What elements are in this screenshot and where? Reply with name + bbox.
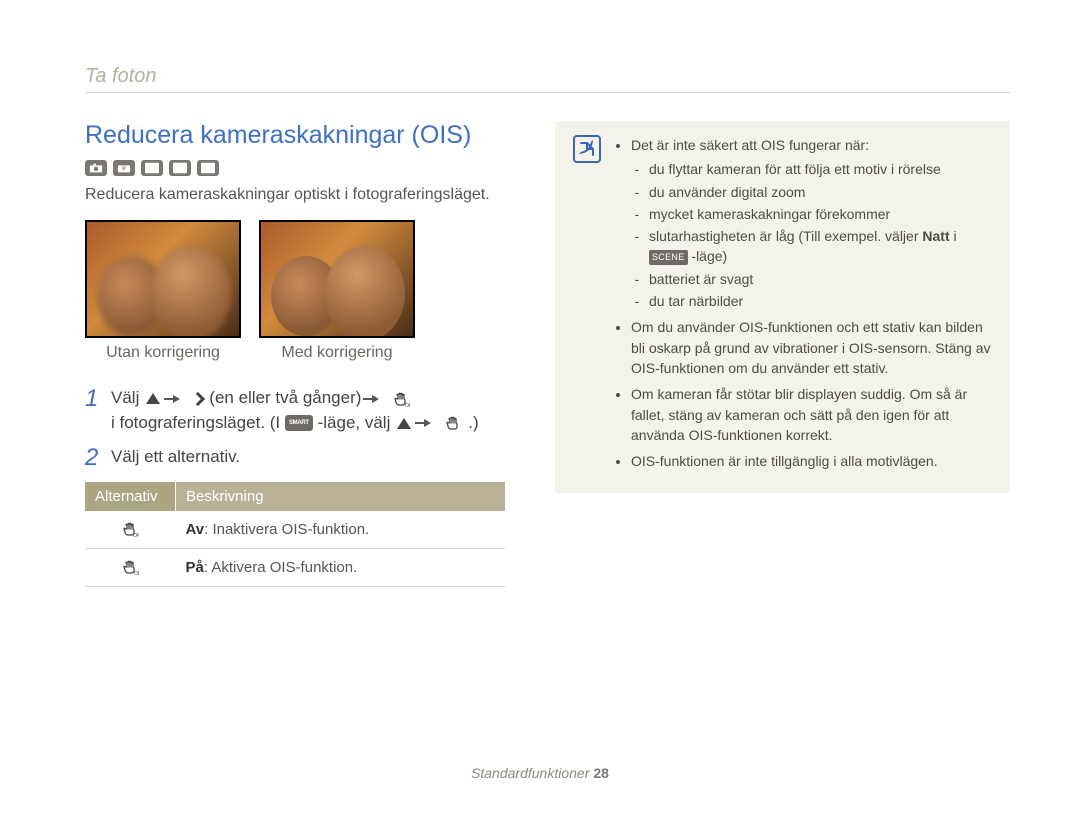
note-icon xyxy=(573,135,601,163)
movie-icon xyxy=(169,160,191,176)
scene-icon: SCENE xyxy=(141,160,163,176)
chevron-right-icon xyxy=(193,392,203,406)
ois-icon: OIS xyxy=(392,391,410,407)
step-1-number: 1 xyxy=(85,386,111,435)
options-table-header-beskrivning: Beskrivning xyxy=(176,482,506,511)
step-1-text: Välj (en eller två gånger) OIS i fotogra… xyxy=(111,386,479,435)
svg-text:SCENE: SCENE xyxy=(146,167,159,171)
list-item: mycket kameraskakningar förekommer xyxy=(647,204,992,224)
table-row: OIS På: Aktivera OIS-funktion. xyxy=(85,548,505,586)
note-list: Det är inte säkert att OIS fungerar när:… xyxy=(615,135,992,477)
camera-p-icon: P xyxy=(113,160,135,176)
list-item: OIS-funktionen är inte tillgänglig i all… xyxy=(631,451,992,471)
list-item: Om du använder OIS-funktionen och ett st… xyxy=(631,317,992,378)
caption-corrected: Med korrigering xyxy=(259,344,415,362)
up-icon xyxy=(397,418,411,429)
svg-text:P: P xyxy=(122,167,126,173)
svg-text:HD: HD xyxy=(205,166,211,171)
list-item: Om kameran får stötar blir displayen sud… xyxy=(631,384,992,445)
svg-text:OIS: OIS xyxy=(405,403,410,408)
arrow-icon xyxy=(424,419,431,427)
caption-uncorrected: Utan korrigering xyxy=(85,344,241,362)
svg-text:OFF: OFF xyxy=(133,533,139,538)
up-icon xyxy=(146,393,160,404)
hd-movie-icon: HD xyxy=(197,160,219,176)
list-item: Det är inte säkert att OIS fungerar när:… xyxy=(631,135,992,311)
list-item: batteriet är svagt xyxy=(647,269,992,289)
intro-text: Reducera kameraskakningar optiskt i foto… xyxy=(85,186,515,204)
step-2-text: Välj ett alternativ. xyxy=(111,445,240,471)
photo-corrected xyxy=(259,220,415,338)
ois-icon xyxy=(444,415,462,431)
scene-mode-chip: SCENE xyxy=(649,250,688,265)
page-footer: Standardfunktioner28 xyxy=(0,765,1080,781)
page-heading: Reducera kameraskakningar (OIS) xyxy=(85,121,515,150)
photo-uncorrected xyxy=(85,220,241,338)
camera-icon xyxy=(85,160,107,176)
options-table: Alternativ Beskrivning OFF Av: Inaktiver… xyxy=(85,482,505,587)
list-item: slutarhastigheten är låg (Till exempel. … xyxy=(647,226,992,267)
arrow-icon xyxy=(372,395,379,403)
ois-on-icon: OIS xyxy=(121,560,139,576)
comparison-photos: Utan korrigering Med korrigering xyxy=(85,220,515,362)
step-2-number: 2 xyxy=(85,445,111,471)
list-item: du flyttar kameran för att följa ett mot… xyxy=(647,159,992,179)
options-table-header-alternativ: Alternativ xyxy=(85,482,176,511)
list-item: du använder digital zoom xyxy=(647,182,992,202)
svg-text:OIS: OIS xyxy=(134,571,139,576)
table-row: OFF Av: Inaktivera OIS-funktion. xyxy=(85,511,505,549)
mode-icons-row: P SCENE HD xyxy=(85,160,515,176)
note-box: Det är inte säkert att OIS fungerar när:… xyxy=(555,121,1010,493)
ois-off-icon: OFF xyxy=(121,522,139,538)
steps-list: 1 Välj (en eller två gånger) OIS i fotog… xyxy=(85,386,515,472)
list-item: du tar närbilder xyxy=(647,291,992,311)
arrow-icon xyxy=(173,395,180,403)
smart-mode-icon xyxy=(285,415,313,431)
section-title: Ta foton xyxy=(85,65,1010,93)
